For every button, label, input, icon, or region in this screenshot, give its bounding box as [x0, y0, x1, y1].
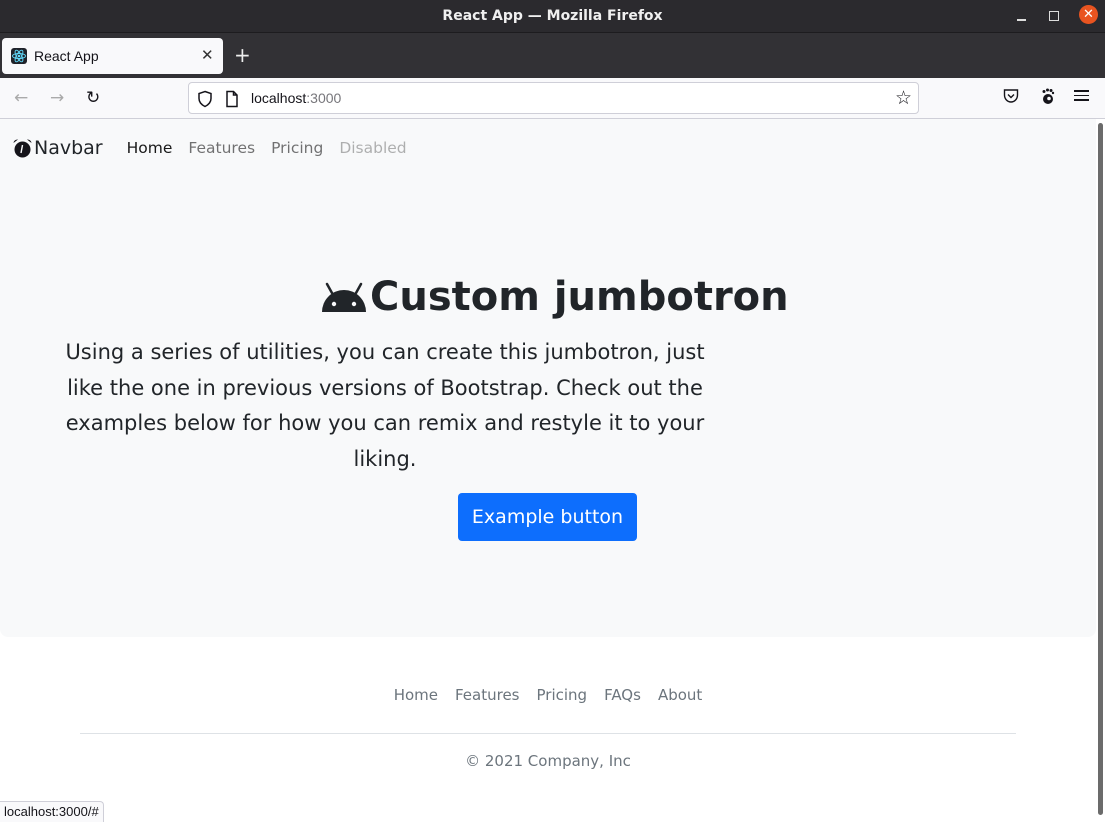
window-title: React App — Mozilla Firefox: [442, 8, 663, 24]
scrollbar-thumb[interactable]: [1098, 123, 1103, 815]
jumbotron: Navbar Home Features Pricing Disabled Cu…: [0, 119, 1096, 637]
tab-strip: React App ✕ +: [0, 33, 1105, 78]
back-arrow-icon[interactable]: ←: [14, 88, 28, 108]
nav-link-pricing[interactable]: Pricing: [271, 139, 323, 157]
navbar-brand[interactable]: Navbar: [12, 137, 103, 159]
url-text[interactable]: localhost:3000: [251, 90, 341, 106]
forward-arrow-icon[interactable]: →: [50, 88, 64, 108]
footer-link-about[interactable]: About: [658, 686, 702, 704]
footer-divider: [80, 733, 1016, 734]
footer-link-faqs[interactable]: FAQs: [604, 686, 641, 704]
window-titlebar: React App — Mozilla Firefox ✕: [0, 0, 1105, 33]
hero-title: Custom jumbotron: [320, 274, 789, 320]
bookmark-star-icon[interactable]: ☆: [895, 87, 912, 109]
hamburger-menu-icon[interactable]: [1074, 87, 1089, 104]
tab-react-app[interactable]: React App ✕: [2, 38, 223, 74]
tab-title: React App: [34, 48, 99, 64]
url-bar[interactable]: localhost:3000 ☆: [188, 82, 919, 114]
gnome-extension-icon[interactable]: [1039, 87, 1055, 109]
android-icon: [322, 282, 366, 312]
minimize-icon: [1016, 19, 1026, 21]
maximize-button[interactable]: [1044, 6, 1064, 26]
nav-link-disabled: Disabled: [339, 139, 407, 157]
hero-lead: Using a series of utilities, you can cre…: [65, 340, 705, 471]
browser-toolbar: ← → ↻ localhost:3000 ☆: [0, 78, 1105, 119]
nav-link-home[interactable]: Home: [127, 139, 173, 157]
footer-nav: Home Features Pricing FAQs About: [0, 686, 1096, 704]
close-tab-icon[interactable]: ✕: [201, 46, 214, 64]
react-logo-icon: [11, 48, 27, 64]
footer-link-features[interactable]: Features: [455, 686, 520, 704]
reload-icon[interactable]: ↻: [86, 88, 100, 108]
status-link-preview: localhost:3000/#: [0, 801, 104, 822]
footer-link-pricing[interactable]: Pricing: [537, 686, 588, 704]
new-tab-button[interactable]: +: [234, 45, 251, 65]
site-navbar: Navbar Home Features Pricing Disabled: [12, 137, 423, 159]
pocket-icon[interactable]: [1002, 87, 1020, 109]
example-button[interactable]: Example button: [458, 493, 637, 541]
url-port: :3000: [306, 90, 342, 106]
nav-link-features[interactable]: Features: [188, 139, 255, 157]
brand-label: Navbar: [34, 137, 103, 159]
shield-icon[interactable]: [197, 90, 213, 112]
footer-link-home[interactable]: Home: [394, 686, 438, 704]
copyright: © 2021 Company, Inc: [465, 752, 631, 770]
url-host: localhost: [251, 90, 307, 106]
maximize-icon: [1049, 11, 1059, 21]
alarm-clock-icon: [13, 138, 32, 157]
close-window-button[interactable]: ✕: [1079, 5, 1098, 24]
page-info-icon[interactable]: [225, 90, 239, 112]
page-scrollbar[interactable]: [1096, 119, 1105, 822]
hero-title-text: Custom jumbotron: [370, 274, 789, 320]
minimize-button[interactable]: [1011, 6, 1031, 26]
page-viewport: Navbar Home Features Pricing Disabled Cu…: [0, 119, 1096, 822]
close-icon: ✕: [1083, 7, 1094, 22]
